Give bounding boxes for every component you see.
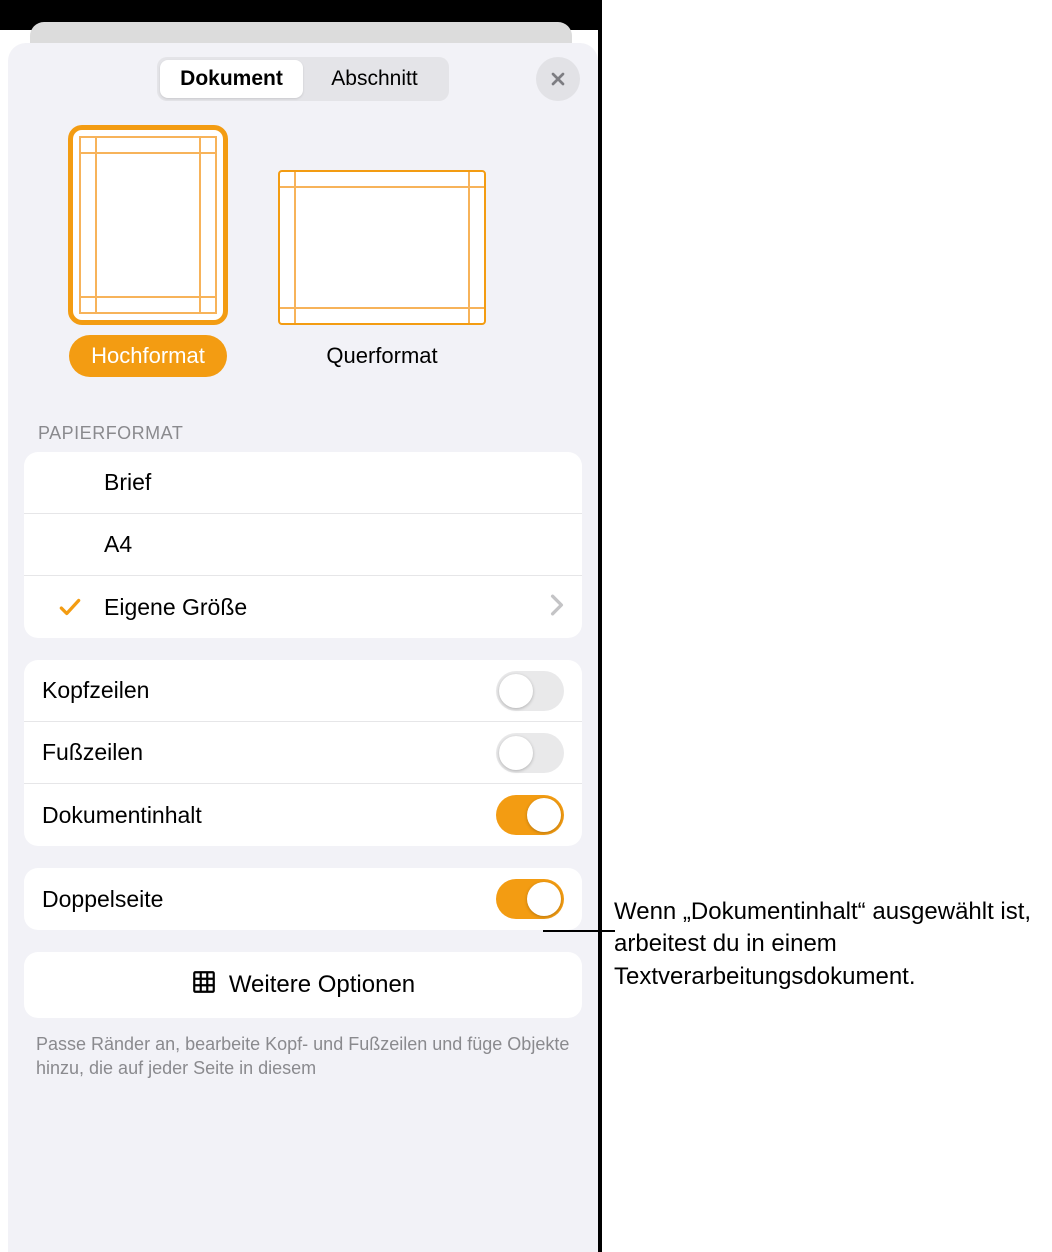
paper-option-custom[interactable]: Eigene Größe — [24, 576, 582, 638]
toggle-row-facing-pages: Doppelseite — [24, 868, 582, 930]
orientation-landscape[interactable]: Querformat — [278, 170, 486, 377]
toggle-row-document-body: Dokumentinhalt — [24, 784, 582, 846]
paper-option-a4-label: A4 — [104, 531, 564, 558]
footers-toggle[interactable] — [496, 733, 564, 773]
callout-text: Wenn „Dokumentinhalt“ ausgewählt ist, ar… — [614, 896, 1034, 993]
close-button[interactable] — [536, 57, 580, 101]
document-settings-panel: Dokument Abschnitt Hochformat Querformat… — [8, 43, 598, 1252]
chevron-right-icon — [550, 594, 564, 621]
panel-header: Dokument Abschnitt — [8, 43, 598, 115]
paper-format-heading: Papierformat — [8, 377, 598, 452]
layout-toggles-group: Kopfzeilen Fußzeilen Dokumentinhalt — [24, 660, 582, 846]
more-options-label: Weitere Optionen — [229, 971, 415, 999]
footers-label: Fußzeilen — [42, 739, 496, 766]
paper-option-letter[interactable]: Brief — [24, 452, 582, 514]
portrait-thumb-icon — [68, 125, 228, 325]
paper-option-letter-label: Brief — [104, 469, 564, 496]
paper-format-list: Brief A4 Eigene Größe — [24, 452, 582, 638]
headers-label: Kopfzeilen — [42, 677, 496, 704]
tab-segmented-control: Dokument Abschnitt — [157, 57, 449, 101]
orientation-selector: Hochformat Querformat — [8, 115, 598, 377]
orientation-portrait-label: Hochformat — [69, 335, 227, 377]
orientation-portrait[interactable]: Hochformat — [68, 125, 228, 377]
tab-section[interactable]: Abschnitt — [303, 60, 446, 98]
grid-icon — [191, 969, 217, 1002]
facing-pages-group: Doppelseite — [24, 868, 582, 930]
tab-document[interactable]: Dokument — [160, 60, 303, 98]
paper-option-a4[interactable]: A4 — [24, 514, 582, 576]
callout-leader-line — [543, 930, 615, 932]
paper-option-custom-label: Eigene Größe — [104, 594, 550, 621]
headers-toggle[interactable] — [496, 671, 564, 711]
facing-pages-toggle[interactable] — [496, 879, 564, 919]
toggle-row-footers: Fußzeilen — [24, 722, 582, 784]
panel-divider — [598, 0, 602, 1252]
more-options-footer-note: Passe Ränder an, bearbeite Kopf- und Fuß… — [8, 1018, 598, 1081]
document-body-toggle[interactable] — [496, 795, 564, 835]
close-icon — [548, 69, 568, 89]
checkmark-icon — [50, 594, 90, 620]
facing-pages-label: Doppelseite — [42, 886, 496, 913]
orientation-landscape-label: Querformat — [304, 335, 459, 377]
landscape-thumb-icon — [278, 170, 486, 325]
document-body-label: Dokumentinhalt — [42, 802, 496, 829]
more-options-button[interactable]: Weitere Optionen — [24, 952, 582, 1018]
toggle-row-headers: Kopfzeilen — [24, 660, 582, 722]
